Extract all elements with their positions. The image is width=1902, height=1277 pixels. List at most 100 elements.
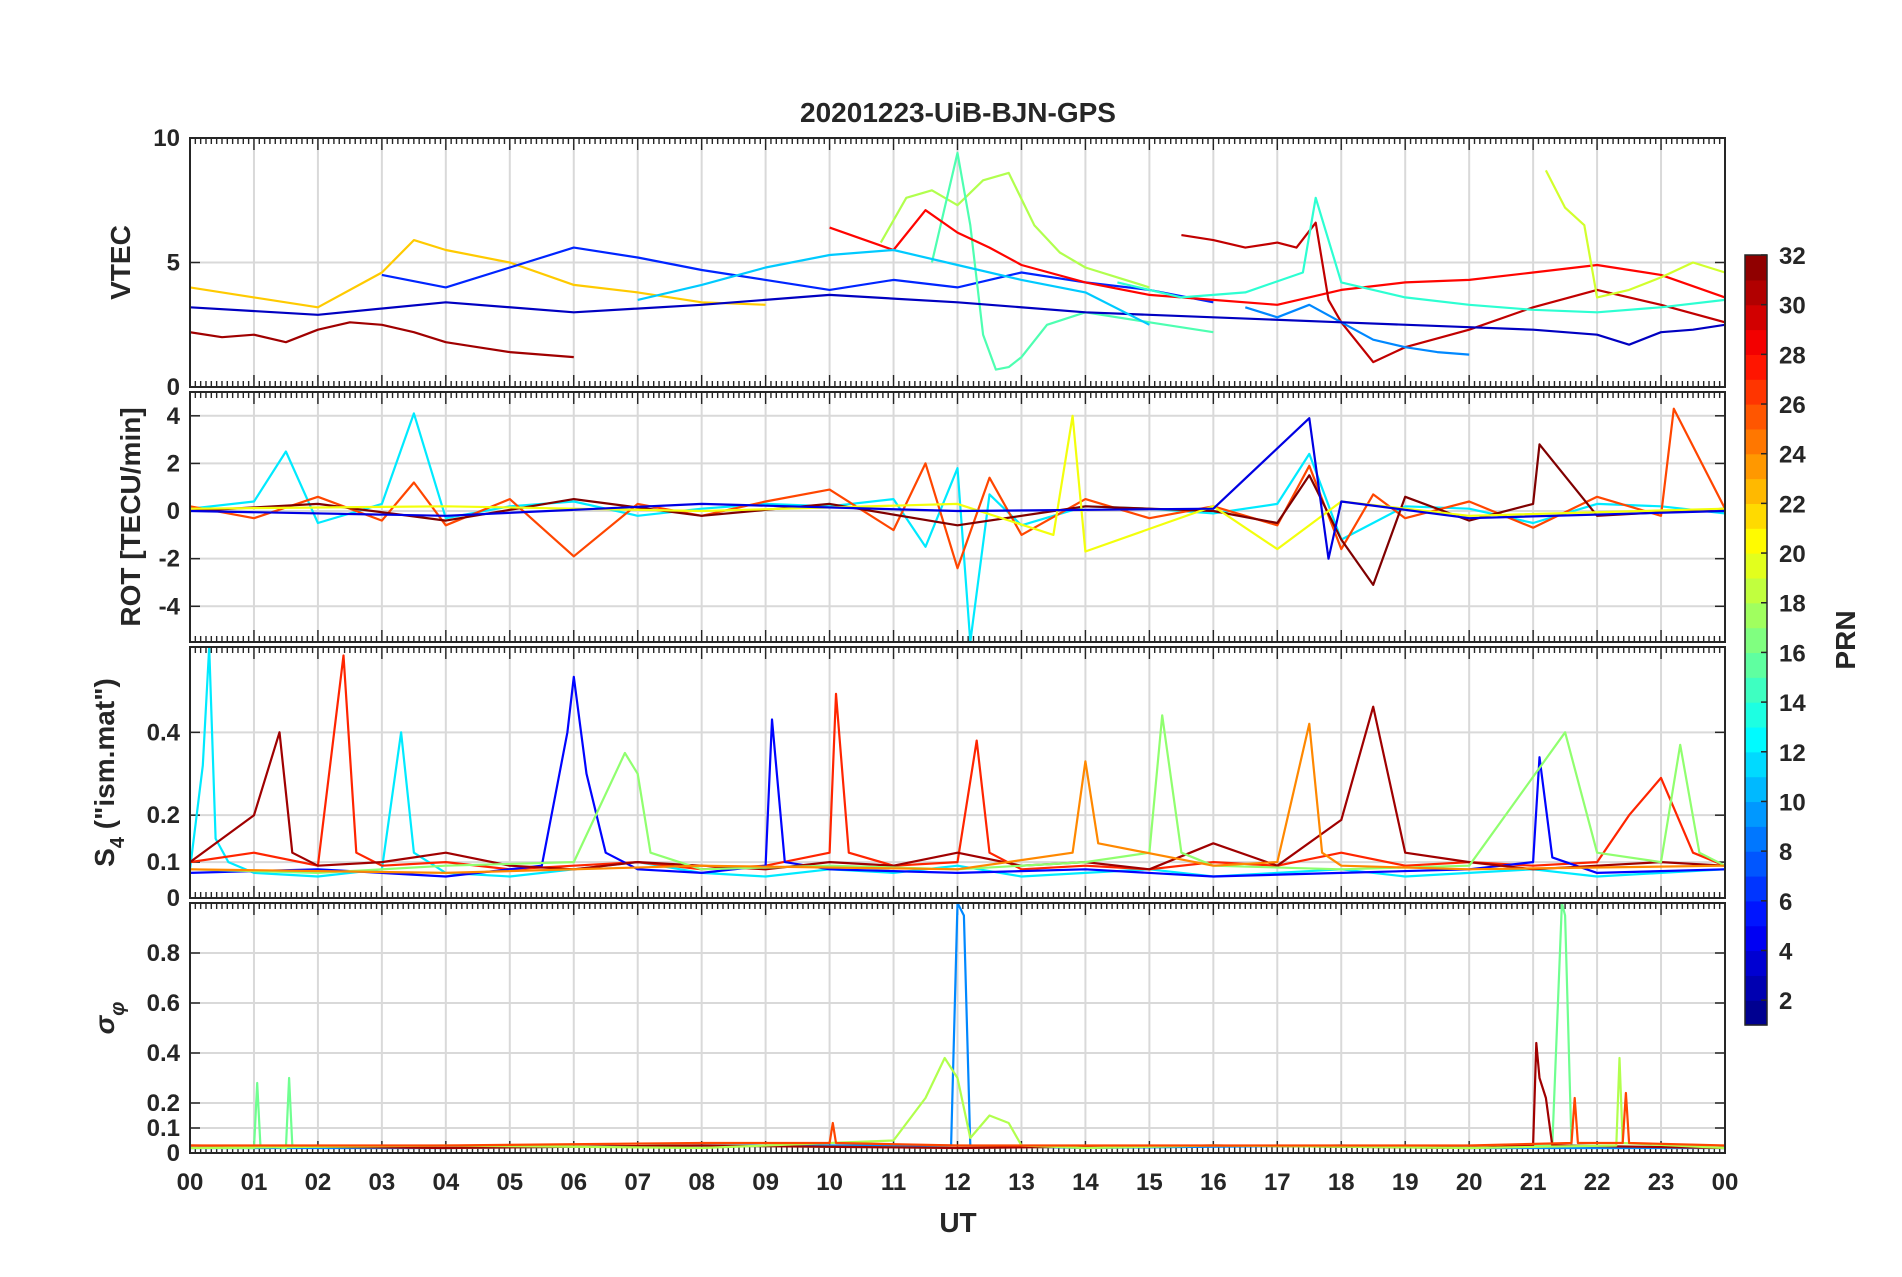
x-tick-label: 21 bbox=[1520, 1169, 1547, 1196]
colorbar-tick-label: 6 bbox=[1779, 889, 1792, 916]
colorbar-segment bbox=[1745, 900, 1767, 927]
y-label-main: σ bbox=[89, 1014, 120, 1034]
colorbar-segment bbox=[1745, 478, 1767, 504]
colorbar-segment bbox=[1745, 1000, 1767, 1026]
colorbar-segment bbox=[1745, 627, 1767, 654]
colorbar-tick-label: 8 bbox=[1779, 839, 1792, 866]
y-tick-label: 0.4 bbox=[147, 719, 181, 746]
colorbar-segment bbox=[1745, 776, 1767, 803]
colorbar-segment bbox=[1745, 503, 1767, 529]
x-axis-group: 00 01 02 03 04 05 06 07 08 09 10 11 12 13 14 15 16 17 18 19… bbox=[177, 1169, 1739, 1196]
colorbar-segment bbox=[1745, 677, 1767, 703]
colorbar-tick-label: 12 bbox=[1779, 740, 1806, 767]
x-tick-label: 04 bbox=[432, 1169, 459, 1196]
colorbar-segment bbox=[1745, 925, 1767, 952]
x-tick-label: 03 bbox=[369, 1169, 396, 1196]
y-tick-label: 5 bbox=[167, 250, 180, 277]
colorbar-tick-label: 4 bbox=[1779, 938, 1793, 965]
colorbar-segment bbox=[1745, 751, 1767, 778]
colorbar-segment bbox=[1745, 652, 1767, 678]
y-tick-label: 0 bbox=[167, 374, 180, 401]
colorbar-tick-label: 28 bbox=[1779, 342, 1806, 369]
y-tick-label: 0.8 bbox=[147, 940, 180, 967]
colorbar-segment bbox=[1745, 826, 1767, 852]
y-tick-label: 0 bbox=[167, 885, 180, 912]
y-tick-label: 0 bbox=[167, 498, 180, 525]
colorbar-segment bbox=[1745, 801, 1767, 827]
colorbar-segment bbox=[1745, 304, 1767, 331]
x-tick-label: 18 bbox=[1328, 1169, 1355, 1196]
y-label-sub: φ bbox=[107, 1002, 129, 1016]
y-tick-label: 4 bbox=[167, 403, 181, 430]
y-tick-label: 0.2 bbox=[147, 1090, 180, 1117]
colorbar-tick-label: 14 bbox=[1779, 690, 1806, 717]
colorbar-segment bbox=[1745, 379, 1767, 405]
y-label-suffix: ("ism.mat") bbox=[89, 678, 120, 837]
colorbar-segment bbox=[1745, 851, 1767, 877]
colorbar-tick-label: 2 bbox=[1779, 988, 1792, 1015]
y-axis-label: σφ bbox=[89, 1002, 129, 1035]
colorbar-segment bbox=[1745, 726, 1767, 753]
panel-1: 0 5 10 VTEC bbox=[105, 125, 1726, 401]
x-tick-label: 12 bbox=[944, 1169, 971, 1196]
x-tick-label: 13 bbox=[1008, 1169, 1035, 1196]
y-axis-label: S4 ("ism.mat") bbox=[89, 678, 129, 867]
colorbar-segment bbox=[1745, 354, 1767, 380]
figure-svg: 0510VTEC-4-2024ROT [TECU/min]00.10.20.4S… bbox=[89, 97, 1861, 1238]
x-tick-label: 11 bbox=[881, 1169, 906, 1196]
panel-3: 0 0.1 0.2 0.4 S4 ("ism.mat") bbox=[89, 646, 1726, 912]
y-tick-label: 0 bbox=[167, 1140, 180, 1167]
colorbar-tick-label: 18 bbox=[1779, 591, 1806, 618]
colorbar-tick-label: 24 bbox=[1779, 442, 1806, 469]
colorbar-segment bbox=[1745, 975, 1767, 1001]
chart-title: 20201223-UiB-BJN-GPS bbox=[800, 97, 1116, 128]
colorbar-tick-label: 16 bbox=[1779, 640, 1806, 667]
y-tick-label: 0.6 bbox=[147, 990, 180, 1017]
x-tick-label: 14 bbox=[1072, 1169, 1099, 1196]
y-tick-label: 10 bbox=[153, 125, 180, 152]
y-tick-label: 0.1 bbox=[147, 1115, 180, 1142]
colorbar-label: PRN bbox=[1830, 610, 1861, 669]
x-tick-label: 02 bbox=[305, 1169, 332, 1196]
x-tick-label: 01 bbox=[241, 1169, 268, 1196]
x-tick-label: 20 bbox=[1456, 1169, 1483, 1196]
y-axis-label: ROT [TECU/min] bbox=[115, 407, 146, 626]
colorbar-tick-label: 30 bbox=[1779, 293, 1806, 320]
x-axis-label: UT bbox=[939, 1207, 976, 1238]
x-tick-label: 00 bbox=[1712, 1169, 1739, 1196]
x-tick-label: 10 bbox=[816, 1169, 843, 1196]
panels-group: 0510VTEC-4-2024ROT [TECU/min]00.10.20.4S… bbox=[89, 125, 1726, 1167]
x-tick-label: 17 bbox=[1264, 1169, 1291, 1196]
colorbar-segment bbox=[1745, 875, 1767, 902]
x-tick-label: 07 bbox=[624, 1169, 651, 1196]
colorbar-segment bbox=[1745, 702, 1767, 728]
y-tick-label: 0.2 bbox=[147, 802, 180, 829]
colorbar-segment bbox=[1745, 279, 1767, 306]
y-axis-label: VTEC bbox=[105, 225, 136, 300]
y-tick-label: -2 bbox=[159, 546, 180, 573]
x-tick-label: 23 bbox=[1648, 1169, 1675, 1196]
x-tick-label: 09 bbox=[752, 1169, 779, 1196]
y-tick-label: 0.4 bbox=[147, 1040, 181, 1067]
colorbar-tick-label: 26 bbox=[1779, 392, 1806, 419]
colorbar-tick-label: 32 bbox=[1779, 243, 1806, 270]
colorbar-group: 2468101214161820222426283032PRN bbox=[1744, 243, 1861, 1026]
x-tick-label: 08 bbox=[688, 1169, 715, 1196]
colorbar-tick-label: 10 bbox=[1779, 789, 1806, 816]
colorbar-segment bbox=[1745, 553, 1767, 579]
figure: 0 5 10 VTEC -4 -2 0 2 4 ROT [TECU/min] 0 0.1 0.2 0.4 S… bbox=[0, 0, 1902, 1272]
colorbar-segment bbox=[1745, 453, 1767, 480]
y-tick-label: -4 bbox=[159, 593, 181, 620]
colorbar-segment bbox=[1745, 404, 1767, 430]
panel-4: 00.10.2 0.4 0.6 0.8 σφ bbox=[89, 902, 1726, 1167]
x-tick-label: 00 bbox=[177, 1169, 204, 1196]
x-tick-label: 05 bbox=[496, 1169, 523, 1196]
colorbar-tick-label: 22 bbox=[1779, 491, 1806, 518]
colorbar-segment bbox=[1745, 428, 1767, 455]
colorbar-segment bbox=[1745, 329, 1767, 355]
panel-2: -4 -2 0 2 4 ROT [TECU/min] bbox=[115, 391, 1726, 643]
x-tick-label: 15 bbox=[1136, 1169, 1163, 1196]
x-tick-label: 16 bbox=[1200, 1169, 1227, 1196]
x-tick-label: 22 bbox=[1584, 1169, 1611, 1196]
colorbar-segment bbox=[1745, 255, 1767, 281]
